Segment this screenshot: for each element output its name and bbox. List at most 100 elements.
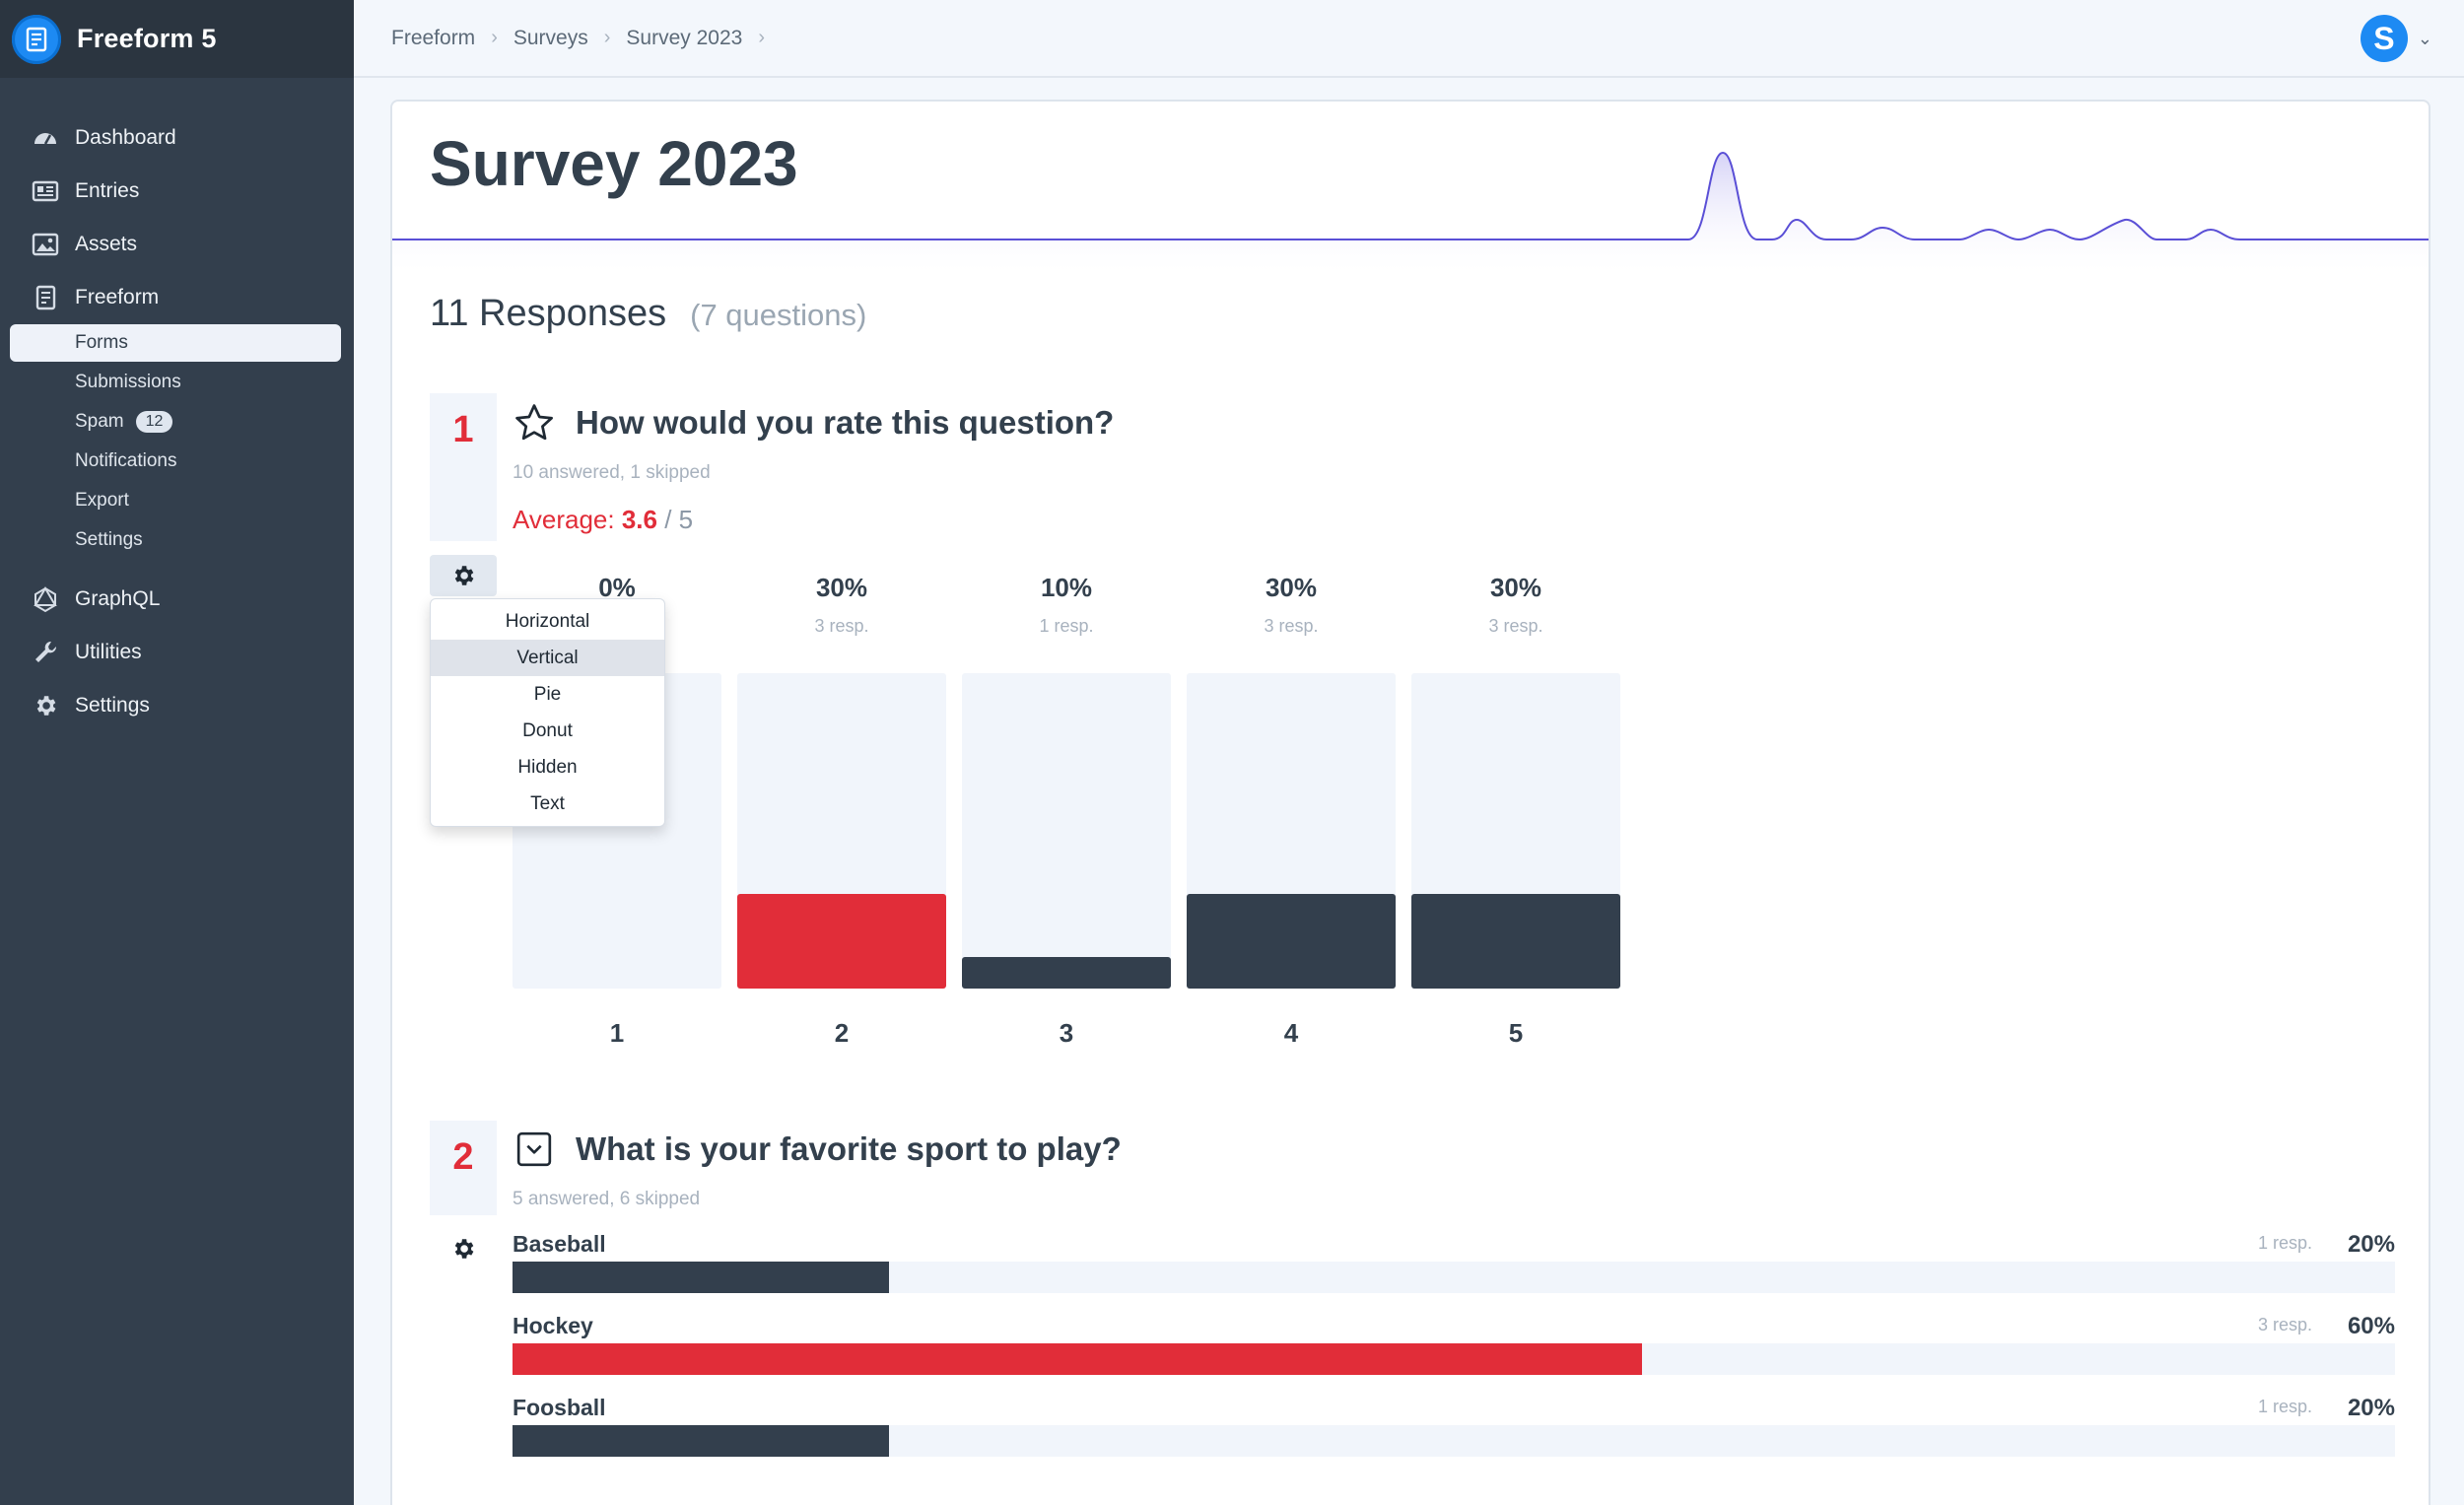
sidebar-subitem-notifications[interactable]: Notifications	[10, 443, 341, 480]
sidebar-subitem-submissions[interactable]: Submissions	[10, 364, 341, 401]
bar-percent-label: 20%	[2347, 1395, 2395, 1421]
bar-track	[513, 1262, 2395, 1293]
bar-percent-label: 30%	[1489, 573, 1542, 602]
bar-percent-label: 30%	[815, 573, 868, 602]
dropdown-field-icon	[513, 1128, 556, 1171]
question-title: How would you rate this question?	[513, 401, 1114, 445]
question-meta: 10 answered, 1 skipped	[513, 462, 711, 483]
bar-4	[1187, 894, 1396, 989]
sidebar-item-label: GraphQL	[75, 587, 161, 610]
bar-percent-label: 30%	[1265, 573, 1318, 602]
bar-category-label: Foosball	[513, 1395, 606, 1420]
sidebar-item-label: Freeform	[75, 286, 160, 308]
bar-3	[962, 957, 1171, 989]
question-title-text: What is your favorite sport to play?	[576, 1130, 1122, 1167]
menu-item-pie[interactable]: Pie	[431, 676, 664, 713]
rating-bar-chart: 0%0 resp.130%3 resp.210%1 resp.330%3 res…	[513, 573, 1620, 1164]
bar-foosball	[513, 1425, 889, 1457]
sidebar-subitem-settings[interactable]: Settings	[10, 521, 341, 559]
questions-count: (7 questions)	[690, 298, 867, 332]
sidebar-item-assets[interactable]: Assets	[30, 225, 137, 264]
bar-percent-label: 20%	[2347, 1231, 2395, 1258]
bar-response-count: 1 resp.	[1039, 616, 1094, 636]
page-title: Survey 2023	[430, 128, 798, 199]
question-number: 1	[430, 393, 497, 541]
bar-track	[513, 1343, 2395, 1375]
bar-track	[1187, 673, 1396, 989]
sidebar-item-label: Settings	[75, 694, 150, 717]
chart-settings-button[interactable]	[430, 555, 497, 596]
graphql-icon	[30, 583, 61, 615]
bar-row-hockey: Hockey 3 resp. 60%	[513, 1313, 2395, 1376]
bar-response-count: 1 resp.	[2257, 1397, 2312, 1416]
chevron-down-icon: ⌄	[2417, 28, 2432, 48]
user-menu[interactable]: S ⌄	[2360, 15, 2432, 62]
survey-card: Survey 2023 11 Responses (7 questions) 1…	[390, 100, 2430, 1505]
sidebar-subitem-label: Notifications	[75, 450, 177, 471]
bar-row-baseball: Baseball 1 resp. 20%	[513, 1231, 2395, 1294]
menu-item-donut[interactable]: Donut	[431, 713, 664, 749]
sidebar-item-label: Entries	[75, 179, 140, 202]
topbar: Freeform › Surveys › Survey 2023 › S ⌄	[354, 0, 2464, 78]
star-icon	[513, 401, 556, 445]
card-header: Survey 2023	[392, 102, 2429, 279]
question-title-text: How would you rate this question?	[576, 404, 1115, 441]
bar-baseball	[513, 1262, 889, 1293]
bar-category-label: 4	[1283, 1018, 1299, 1048]
sidebar-item-graphql[interactable]: GraphQL	[30, 580, 160, 619]
bar-category-label: 5	[1508, 1018, 1524, 1048]
bar-response-count: 3 resp.	[2257, 1315, 2312, 1334]
sidebar-subitem-label: Forms	[75, 332, 128, 353]
bar-track	[513, 1425, 2395, 1457]
sidebar-subitem-label: Export	[75, 490, 129, 511]
bar-category-label: Baseball	[513, 1231, 606, 1257]
menu-item-horizontal[interactable]: Horizontal	[431, 603, 664, 640]
sidebar-subitem-label: Settings	[75, 529, 143, 550]
sidebar-item-settings[interactable]: Settings	[30, 686, 150, 725]
sidebar-item-freeform[interactable]: Freeform	[30, 278, 159, 317]
sidebar-item-label: Dashboard	[75, 126, 176, 149]
sidebar-subitem-label: Spam	[75, 411, 124, 432]
sidebar-item-utilities[interactable]: Utilities	[30, 633, 142, 672]
bar-category-label: Hockey	[513, 1313, 593, 1338]
sidebar-item-entries[interactable]: Entries	[30, 171, 139, 211]
bar-hockey	[513, 1343, 1642, 1375]
bar-category-label: 1	[609, 1018, 625, 1048]
spam-count-badge: 12	[135, 411, 173, 433]
gear-icon	[30, 690, 61, 721]
bar-response-count: 3 resp.	[814, 616, 869, 636]
menu-item-hidden[interactable]: Hidden	[431, 749, 664, 786]
sidebar-subitem-export[interactable]: Export	[10, 482, 341, 519]
breadcrumb-freeform[interactable]: Freeform	[391, 27, 475, 50]
chart-type-menu: Horizontal Vertical Pie Donut Hidden Tex…	[430, 598, 665, 827]
avatar: S	[2360, 15, 2408, 62]
freeform-icon	[30, 282, 61, 313]
breadcrumb-survey-2023[interactable]: Survey 2023	[626, 27, 742, 50]
bar-category-label: 3	[1059, 1018, 1074, 1048]
menu-item-vertical[interactable]: Vertical	[431, 640, 664, 676]
bar-response-count: 3 resp.	[1264, 616, 1319, 636]
bar-2	[737, 894, 946, 989]
chevron-right-icon: ›	[603, 27, 611, 48]
average-rating: Average: 3.6 / 5	[513, 505, 693, 535]
bar-category-label: 2	[834, 1018, 850, 1048]
dashboard-icon	[30, 122, 61, 154]
freeform-logo-icon	[12, 14, 61, 64]
bar-row-foosball: Foosball 1 resp. 20%	[513, 1395, 2395, 1458]
brand[interactable]: Freeform 5	[0, 0, 354, 78]
bar-percent-label: 60%	[2347, 1313, 2395, 1339]
sidebar-subitem-forms[interactable]: Forms	[10, 324, 341, 362]
average-label: Average:	[513, 505, 615, 534]
response-summary: 11 Responses (7 questions)	[430, 293, 866, 335]
bar-response-count: 3 resp.	[1488, 616, 1543, 636]
breadcrumb-surveys[interactable]: Surveys	[513, 27, 588, 50]
sidebar-item-label: Utilities	[75, 641, 142, 663]
sidebar: Freeform 5 Dashboard Entries Assets Free…	[0, 0, 354, 1505]
entries-icon	[30, 175, 61, 207]
sidebar-subitem-label: Submissions	[75, 372, 181, 392]
sport-bar-chart: Baseball 1 resp. 20% Hockey 3 resp. 60% Foosba…	[392, 1231, 2429, 1505]
sidebar-item-dashboard[interactable]: Dashboard	[30, 118, 176, 158]
menu-item-text[interactable]: Text	[431, 786, 664, 822]
bar-response-count: 1 resp.	[2257, 1233, 2312, 1253]
sidebar-subitem-spam[interactable]: Spam 12	[10, 403, 341, 441]
